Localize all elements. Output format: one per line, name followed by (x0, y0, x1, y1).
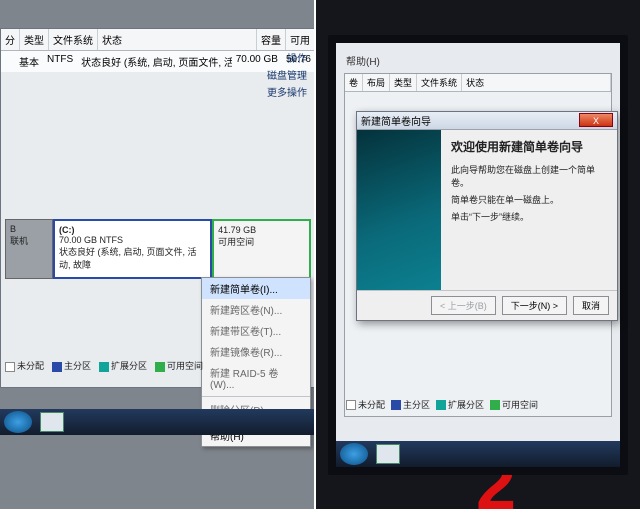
wizard-text-1: 此向导帮助您在磁盘上创建一个简单卷。 (451, 163, 607, 189)
ctx-separator (202, 396, 310, 397)
col-free[interactable]: 可用 (286, 29, 315, 50)
cancel-button[interactable]: 取消 (573, 296, 609, 315)
col-capacity[interactable]: 容量 (257, 29, 286, 50)
col-type[interactable]: 类型 (20, 29, 49, 50)
close-button[interactable]: X (579, 113, 613, 127)
cell-status: 状态良好 (系统, 启动, 页面文件, 活动, 故障转储, 主分区) (77, 53, 232, 70)
disk-label[interactable]: B 联机 (5, 219, 53, 279)
volume-c[interactable]: (C:) 70.00 GB NTFS 状态良好 (系统, 启动, 页面文件, 活… (53, 219, 212, 279)
col2-vol[interactable]: 卷 (345, 74, 363, 91)
volume-c-status: 状态良好 (系统, 启动, 页面文件, 活动, 故障 (59, 245, 206, 271)
actions-pane: 操作 磁盘管理 更多操作 (263, 49, 311, 100)
taskbar-explorer-icon[interactable] (40, 412, 64, 432)
cell-fs: NTFS (43, 53, 77, 70)
legend2-primary: 主分区 (403, 400, 430, 410)
taskbar-explorer-icon-2[interactable] (376, 444, 400, 464)
volume-c-size: 70.00 GB NTFS (59, 235, 206, 245)
wizard-text-2: 简单卷只能在单一磁盘上。 (451, 193, 607, 206)
actions-link-more[interactable]: 更多操作 (263, 83, 311, 100)
col-fs[interactable]: 文件系统 (49, 29, 98, 50)
volume-list-header-2: 卷 布局 类型 文件系统 状态 (345, 74, 611, 92)
unallocated-size: 41.79 GB (218, 225, 305, 235)
new-simple-volume-wizard: 新建简单卷向导 X 欢迎使用新建简单卷向导 此向导帮助您在磁盘上创建一个简单卷。… (356, 111, 618, 321)
disk-graph: B 联机 (C:) 70.00 GB NTFS 状态良好 (系统, 启动, 页面… (5, 219, 311, 279)
disk-name: B (10, 224, 48, 234)
col2-status[interactable]: 状态 (462, 74, 611, 91)
ctx-new-striped-volume: 新建带区卷(T)... (202, 320, 310, 341)
wizard-banner (357, 130, 441, 290)
unallocated-label: 可用空间 (218, 235, 305, 248)
cell-type: 基本 (15, 53, 43, 70)
disk-status: 联机 (10, 234, 48, 247)
disk-management-window: 分 类型 文件系统 状态 容量 可用 基本 NTFS 状态良好 (系统, 启动,… (0, 28, 316, 388)
volume-list-header: 分 类型 文件系统 状态 容量 可用 (1, 29, 315, 51)
legend2-unallocated: 未分配 (358, 400, 385, 410)
col2-type[interactable]: 类型 (390, 74, 417, 91)
ctx-new-mirrored-volume: 新建镜像卷(R)... (202, 341, 310, 362)
back-button: < 上一步(B) (431, 296, 496, 315)
legend2-free: 可用空间 (502, 400, 538, 410)
wizard-heading: 欢迎使用新建简单卷向导 (451, 138, 607, 155)
wizard-title-text: 新建简单卷向导 (361, 113, 431, 128)
legend-2: 未分配 主分区 扩展分区 可用空间 (346, 398, 538, 411)
wizard-text-3: 单击“下一步”继续。 (451, 210, 607, 223)
legend-primary: 主分区 (64, 361, 91, 371)
unallocated-space[interactable]: 41.79 GB 可用空间 (212, 219, 311, 279)
start-button-2[interactable] (340, 443, 368, 465)
actions-link-dm[interactable]: 磁盘管理 (263, 66, 311, 83)
col-layout[interactable]: 分 (1, 29, 20, 50)
menu-help[interactable]: 帮助(H) (346, 53, 380, 68)
wizard-footer: < 上一步(B) 下一步(N) > 取消 (357, 290, 617, 320)
legend-extended: 扩展分区 (111, 361, 147, 371)
wizard-titlebar[interactable]: 新建简单卷向导 X (357, 112, 617, 130)
legend-free: 可用空间 (167, 361, 203, 371)
next-button[interactable]: 下一步(N) > (502, 296, 567, 315)
ctx-new-simple-volume[interactable]: 新建简单卷(I)... (202, 278, 310, 299)
taskbar (0, 409, 316, 435)
col2-layout[interactable]: 布局 (363, 74, 390, 91)
volume-c-title: (C:) (59, 225, 75, 235)
laptop-screen: 帮助(H) 卷 布局 类型 文件系统 状态 新建简单卷向导 X (328, 35, 628, 475)
ctx-new-spanned-volume: 新建跨区卷(N)... (202, 299, 310, 320)
col-status[interactable]: 状态 (98, 29, 257, 50)
legend-unallocated: 未分配 (17, 361, 44, 371)
ctx-new-raid5-volume: 新建 RAID-5 卷(W)... (202, 362, 310, 394)
taskbar-2 (336, 441, 620, 467)
wizard-content: 欢迎使用新建简单卷向导 此向导帮助您在磁盘上创建一个简单卷。 简单卷只能在单一磁… (441, 130, 617, 290)
legend: 未分配 主分区 扩展分区 可用空间 (5, 359, 203, 372)
legend2-extended: 扩展分区 (448, 400, 484, 410)
actions-header: 操作 (263, 49, 311, 66)
start-button[interactable] (4, 411, 32, 433)
col2-fs[interactable]: 文件系统 (417, 74, 462, 91)
